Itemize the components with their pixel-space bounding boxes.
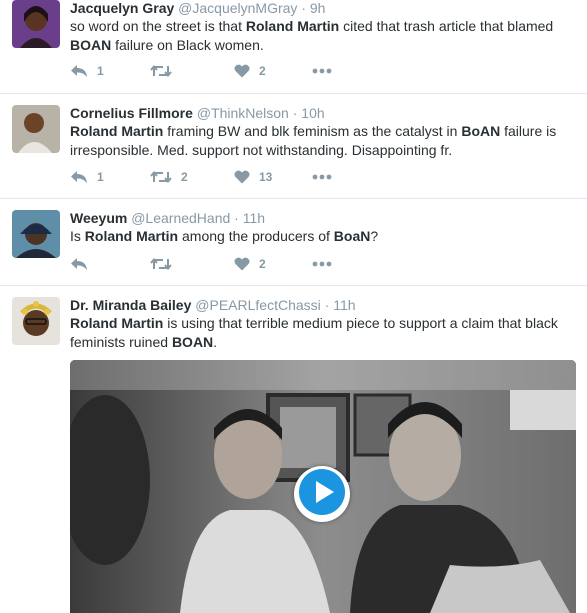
retweet-button[interactable] (150, 257, 181, 271)
timestamp[interactable]: 10h (301, 105, 324, 121)
tweet-text: so word on the street is that Roland Mar… (70, 17, 575, 55)
retweet-icon (150, 257, 172, 271)
retweet-count: 2 (181, 170, 188, 184)
avatar[interactable] (12, 297, 60, 345)
like-button[interactable]: 2 (234, 257, 266, 271)
display-name[interactable]: Dr. Miranda Bailey (70, 297, 191, 313)
reply-button[interactable] (70, 257, 97, 271)
text-segment: . (213, 334, 218, 350)
highlighted-term: Roland Martin (70, 123, 164, 139)
user-handle[interactable]: @PEARLfectChassi (195, 297, 320, 313)
tweet-text: Is Roland Martin among the producers of … (70, 227, 575, 246)
more-icon (312, 170, 332, 184)
highlighted-term: BoaN (333, 228, 371, 244)
play-button[interactable] (294, 466, 350, 522)
text-segment: cited that trash article that blamed (339, 18, 554, 34)
user-handle[interactable]: @LearnedHand (131, 210, 230, 226)
highlighted-term: Roland Martin (84, 228, 179, 244)
tweet: Weeyum @LearnedHand · 11h Is Roland Mart… (0, 198, 587, 286)
retweet-button[interactable] (150, 64, 181, 78)
tweet-header: Jacquelyn Gray @JacquelynMGray · 9h (70, 0, 325, 16)
more-button[interactable] (312, 64, 332, 78)
more-icon (312, 64, 332, 78)
text-segment: Is (70, 228, 85, 244)
tweet: Cornelius Fillmore @ThinkNelson · 10h Ro… (0, 93, 587, 199)
text-segment: framing BW and blk feminism as the catal… (163, 123, 462, 139)
user-handle[interactable]: @ThinkNelson (197, 105, 289, 121)
heart-icon (234, 64, 250, 78)
reply-icon (70, 170, 88, 184)
reply-icon (70, 64, 88, 78)
timestamp[interactable]: 11h (333, 297, 355, 313)
timestamp[interactable]: 9h (310, 0, 326, 16)
highlighted-term: BOAN (70, 37, 112, 53)
reply-count: 1 (97, 64, 104, 78)
separator: · (324, 297, 330, 313)
retweet-button[interactable]: 2 (150, 170, 188, 184)
video-player[interactable] (70, 360, 576, 613)
tweet-header: Dr. Miranda Bailey @PEARLfectChassi · 11… (70, 297, 356, 313)
like-button[interactable]: 13 (234, 170, 272, 184)
like-count: 2 (259, 257, 266, 271)
highlighted-term: Roland Martin (70, 315, 164, 331)
tweet-header: Cornelius Fillmore @ThinkNelson · 10h (70, 105, 325, 121)
separator: · (234, 210, 239, 226)
reply-button[interactable]: 1 (70, 170, 104, 184)
tweet-header: Weeyum @LearnedHand · 11h (70, 210, 265, 226)
avatar[interactable] (12, 210, 60, 258)
avatar[interactable] (12, 105, 60, 153)
more-button[interactable] (312, 257, 332, 271)
more-button[interactable] (312, 170, 332, 184)
like-button[interactable]: 2 (234, 64, 266, 78)
avatar[interactable] (12, 0, 60, 48)
reply-count: 1 (97, 170, 104, 184)
like-count: 2 (259, 64, 266, 78)
tweet-text: Roland Martin is using that terrible med… (70, 314, 575, 352)
tweet: Jacquelyn Gray @JacquelynMGray · 9h so w… (0, 0, 587, 94)
reply-icon (70, 257, 88, 271)
heart-icon (234, 170, 250, 184)
tweet-text: Roland Martin framing BW and blk feminis… (70, 122, 575, 160)
text-segment: failure on Black women. (111, 37, 264, 53)
retweet-icon (150, 170, 172, 184)
retweet-icon (150, 64, 172, 78)
display-name[interactable]: Cornelius Fillmore (70, 105, 193, 121)
user-handle[interactable]: @JacquelynMGray (178, 0, 297, 16)
text-segment: ? (370, 228, 379, 244)
heart-icon (234, 257, 250, 271)
play-icon (297, 467, 347, 522)
highlighted-term: BoAN (461, 123, 501, 139)
timestamp[interactable]: 11h (243, 210, 265, 226)
separator: · (301, 0, 306, 16)
reply-button[interactable]: 1 (70, 64, 104, 78)
text-segment: so word on the street is that (70, 18, 246, 34)
display-name[interactable]: Weeyum (70, 210, 127, 226)
separator: · (292, 105, 298, 121)
display-name[interactable]: Jacquelyn Gray (70, 0, 174, 16)
more-icon (312, 257, 332, 271)
like-count: 13 (259, 170, 273, 184)
text-segment: among the producers of (178, 228, 334, 244)
highlighted-term: Roland Martin (245, 18, 340, 34)
highlighted-term: BOAN (171, 334, 214, 350)
